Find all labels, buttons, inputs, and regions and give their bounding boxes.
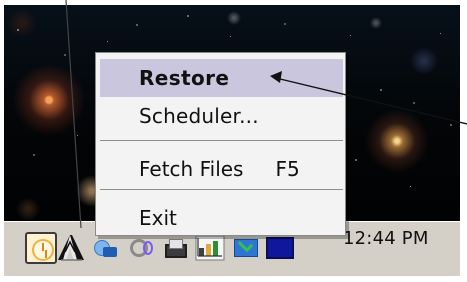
star xyxy=(355,159,357,161)
menu-item-label: Scheduler... xyxy=(139,104,259,128)
menu-item-scheduler[interactable]: Scheduler... xyxy=(100,97,343,135)
star xyxy=(284,23,286,25)
tray-clock: 12:44 PM xyxy=(343,228,429,249)
menu-separator xyxy=(100,189,343,190)
star xyxy=(17,29,19,31)
menu-item-label: Restore xyxy=(139,66,230,90)
star xyxy=(413,102,415,104)
star xyxy=(230,36,231,37)
star xyxy=(64,54,66,56)
star xyxy=(136,24,138,26)
star xyxy=(410,186,411,187)
star xyxy=(380,89,382,91)
star xyxy=(350,35,351,36)
star xyxy=(187,15,189,17)
star xyxy=(77,135,78,136)
menu-item-shortcut: F5 xyxy=(275,157,300,181)
star xyxy=(33,154,35,156)
star xyxy=(440,33,441,34)
menu-item-exit[interactable]: Exit xyxy=(100,199,343,237)
clock-icon[interactable] xyxy=(25,232,57,264)
menu-item-fetch-files[interactable]: Fetch Files F5 xyxy=(100,150,343,188)
star xyxy=(450,124,452,126)
menu-separator xyxy=(100,140,343,141)
app-icon[interactable] xyxy=(55,232,87,264)
screenshot-frame: 12:44 PM Restore Scheduler... Fetch File… xyxy=(4,5,460,276)
menu-item-label: Exit xyxy=(139,206,177,230)
context-menu: Restore Scheduler... Fetch Files F5 Exit xyxy=(95,52,346,236)
star xyxy=(107,41,108,42)
menu-item-restore[interactable]: Restore xyxy=(100,59,343,97)
menu-item-label: Fetch Files xyxy=(139,157,244,181)
